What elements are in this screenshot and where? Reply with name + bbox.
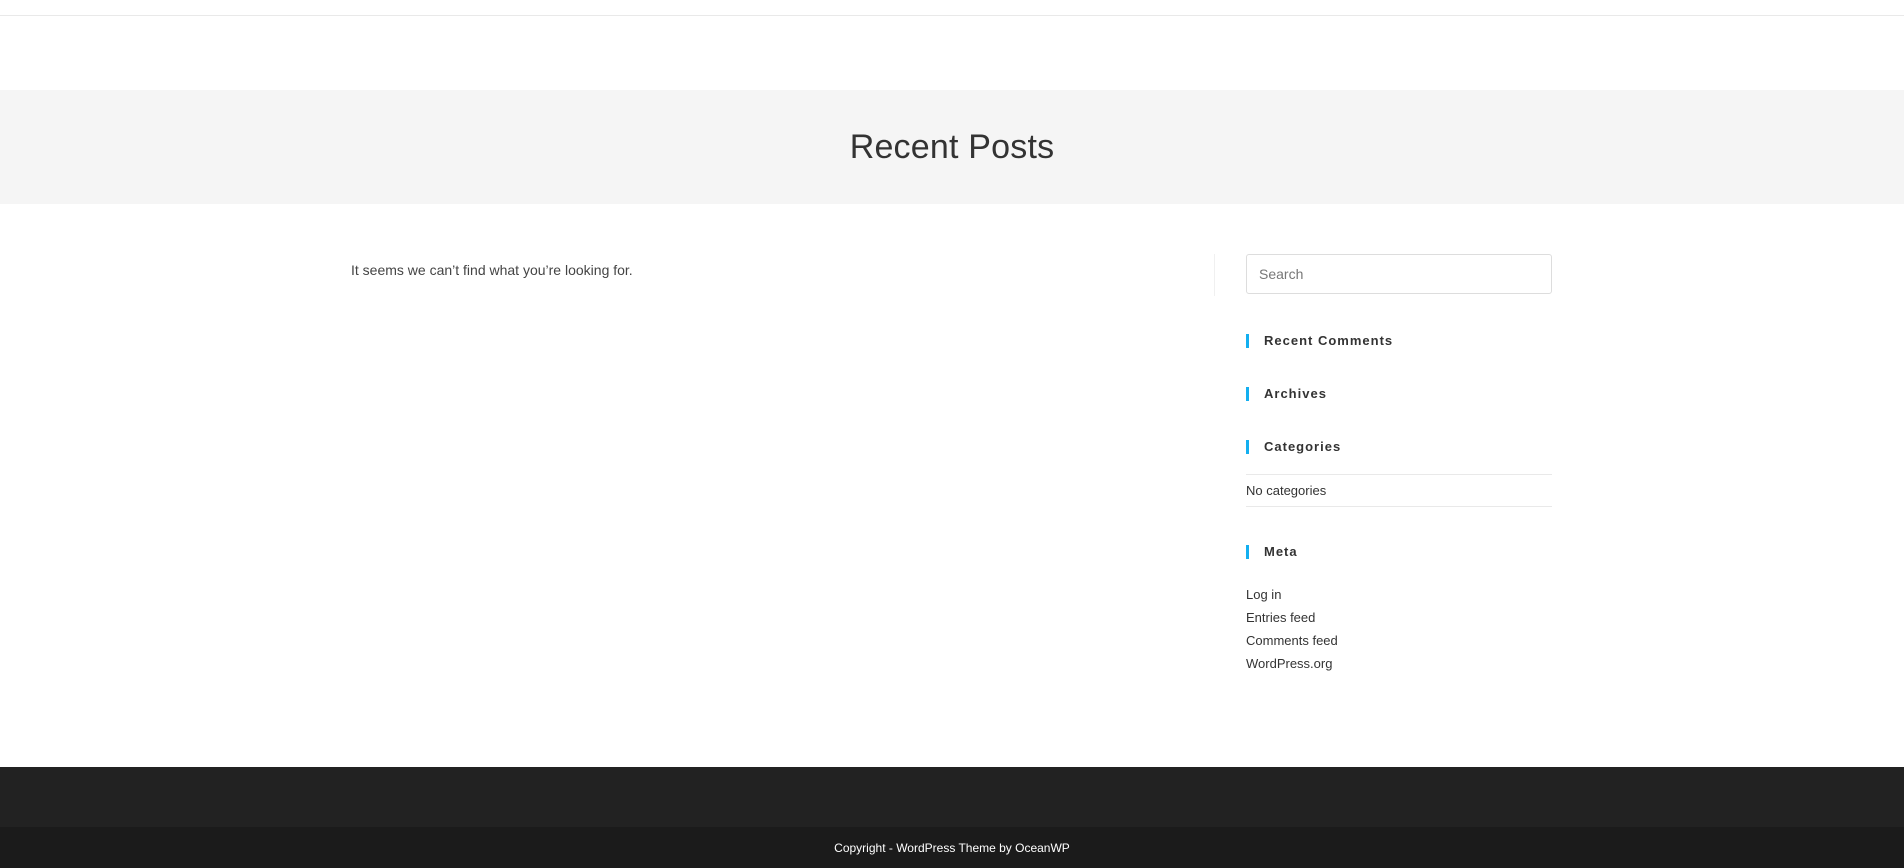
footer-bottom-bar: Copyright - WordPress Theme by OceanWP bbox=[0, 827, 1904, 868]
footer-widgets-area bbox=[0, 767, 1904, 827]
sidebar: Recent Comments Archives Categories No c… bbox=[1246, 254, 1552, 691]
widget-title-archives: Archives bbox=[1246, 386, 1552, 402]
login-link[interactable]: Log in bbox=[1246, 587, 1281, 602]
list-item: Comments feed bbox=[1246, 629, 1552, 652]
categories-list: No categories bbox=[1246, 474, 1552, 507]
page-title: Recent Posts bbox=[849, 128, 1055, 166]
list-item: Entries feed bbox=[1246, 606, 1552, 629]
page-header-banner: Recent Posts bbox=[0, 90, 1904, 204]
wordpress-org-link[interactable]: WordPress.org bbox=[1246, 656, 1332, 671]
list-item: WordPress.org bbox=[1246, 652, 1552, 675]
site-header bbox=[0, 0, 1904, 90]
widget-title-recent-comments: Recent Comments bbox=[1246, 333, 1552, 349]
entries-feed-link[interactable]: Entries feed bbox=[1246, 610, 1315, 625]
meta-links-list: Log in Entries feed Comments feed WordPr… bbox=[1246, 583, 1552, 675]
widget-title-categories: Categories bbox=[1246, 439, 1552, 455]
header-divider bbox=[0, 15, 1904, 16]
main-content: It seems we can’t find what you’re looki… bbox=[351, 254, 1211, 282]
list-item: Log in bbox=[1246, 583, 1552, 606]
comments-feed-link[interactable]: Comments feed bbox=[1246, 633, 1338, 648]
search-input[interactable] bbox=[1246, 254, 1552, 294]
widget-title-meta: Meta bbox=[1246, 544, 1552, 560]
no-results-message: It seems we can’t find what you’re looki… bbox=[351, 262, 633, 278]
no-categories-text: No categories bbox=[1246, 483, 1327, 498]
copyright-text: Copyright - WordPress Theme by OceanWP bbox=[834, 840, 1070, 855]
sidebar-divider bbox=[1214, 254, 1215, 296]
